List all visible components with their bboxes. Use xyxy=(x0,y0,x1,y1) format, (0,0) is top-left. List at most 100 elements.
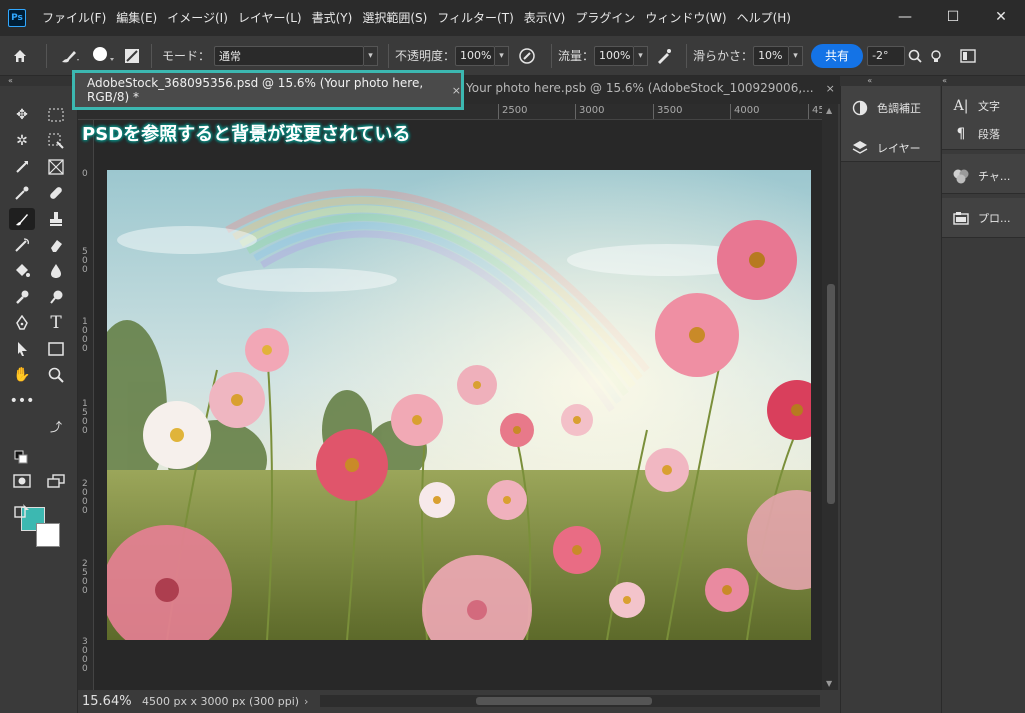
crop-select-tool-icon[interactable] xyxy=(43,130,69,152)
vertical-scroll-thumb[interactable] xyxy=(827,284,835,504)
panel-channels[interactable]: チャ... xyxy=(952,168,1010,184)
opacity-label: 不透明度： xyxy=(395,49,456,63)
chevron-down-icon[interactable]: ▾ xyxy=(495,45,510,66)
home-icon[interactable] xyxy=(0,48,40,64)
menu-filter[interactable]: フィルター(T) xyxy=(432,0,518,36)
ruler-tick-label: 45 xyxy=(812,105,822,116)
ruler-tick-label: 2500 xyxy=(82,559,88,596)
menu-layer[interactable]: レイヤー(L) xyxy=(233,0,307,36)
horizontal-scroll-thumb[interactable] xyxy=(476,697,652,705)
lightbulb-icon[interactable] xyxy=(925,48,947,64)
search-icon[interactable] xyxy=(905,49,925,63)
status-menu-icon[interactable]: › xyxy=(304,695,308,708)
panel-adjustments[interactable]: 色調補正 xyxy=(851,100,921,116)
hand-tool-icon[interactable]: ✋ xyxy=(9,364,35,386)
panel-properties[interactable]: プロ... xyxy=(952,210,1011,226)
vertical-scrollbar[interactable]: ▲ ▼ xyxy=(822,104,838,690)
blur-tool-icon[interactable] xyxy=(43,260,69,282)
crop-tool-icon[interactable] xyxy=(9,156,35,178)
airbrush-icon[interactable] xyxy=(648,47,680,65)
tools-collapse-strip[interactable]: « xyxy=(0,76,78,86)
brush-settings-icon[interactable] xyxy=(119,47,145,65)
maximize-button[interactable]: ☐ xyxy=(929,0,977,36)
dodge-tool-icon[interactable] xyxy=(43,286,69,308)
document-photo[interactable] xyxy=(107,170,811,640)
menu-view[interactable]: 表示(V) xyxy=(519,0,571,36)
object-select-tool-icon[interactable]: ✲ xyxy=(9,130,35,152)
angle-input[interactable]: -2° xyxy=(867,45,906,66)
move-tool-icon[interactable]: ✥ xyxy=(9,104,35,126)
smoothing-input[interactable]: 10% xyxy=(753,45,790,66)
menu-window[interactable]: ウィンドウ(W) xyxy=(640,0,731,36)
paint-bucket-tool-icon[interactable] xyxy=(9,260,35,282)
panel-layers[interactable]: レイヤー xyxy=(851,140,921,156)
brush-tool-icon[interactable] xyxy=(9,208,35,230)
panel-properties-label: プロ... xyxy=(978,212,1011,225)
close-window-button[interactable]: ✕ xyxy=(977,0,1025,36)
ruler-tick-label: 2000 xyxy=(82,479,88,516)
panel-dock-secondary: A| 文字 ¶ 段落 チャ... プロ... xyxy=(941,86,1025,713)
separator xyxy=(46,43,47,68)
smudge-tool-icon[interactable] xyxy=(9,286,35,308)
default-colors-icon[interactable] xyxy=(14,450,28,464)
ps-logo: Ps xyxy=(8,9,26,27)
tab-active-document[interactable]: AdobeStock_368095356.psd @ 15.6% (Your p… xyxy=(72,70,464,110)
zoom-level[interactable]: 15.64% xyxy=(82,694,142,709)
chevron-down-icon[interactable]: ▾ xyxy=(364,45,379,66)
eraser-tool-icon[interactable] xyxy=(43,234,69,256)
minimize-button[interactable]: — xyxy=(881,0,929,36)
stamp-tool-icon[interactable] xyxy=(43,208,69,230)
brush-size-icon[interactable] xyxy=(87,46,119,66)
panel-character[interactable]: A| 文字 xyxy=(952,98,1000,114)
tab-second-document[interactable]: Your photo here.psb @ 15.6% (AdobeStock_… xyxy=(466,76,835,100)
scroll-up-icon[interactable]: ▲ xyxy=(826,106,832,115)
menu-help[interactable]: ヘルプ(H) xyxy=(732,0,796,36)
menu-plugins[interactable]: プラグイン xyxy=(570,0,640,36)
panel-paragraph-label: 段落 xyxy=(978,128,1000,141)
zoom-tool-icon[interactable] xyxy=(43,364,69,386)
edit-toolbar-icon[interactable] xyxy=(9,500,35,522)
panels-collapse-strip[interactable]: «« xyxy=(840,76,1025,86)
rectangle-tool-icon[interactable] xyxy=(43,338,69,360)
history-brush-tool-icon[interactable] xyxy=(9,234,35,256)
ruler-tick-label: 500 xyxy=(82,247,88,275)
panel-channels-label: チャ... xyxy=(978,170,1011,183)
scroll-down-icon[interactable]: ▼ xyxy=(826,679,832,688)
menu-edit[interactable]: 編集(E) xyxy=(111,0,162,36)
tools-panel: ✥ ✲ T ✋ ••• ⤴ xyxy=(0,86,78,713)
marquee-tool-icon[interactable] xyxy=(43,104,69,126)
close-icon[interactable]: × xyxy=(826,82,835,95)
panel-paragraph[interactable]: ¶ 段落 xyxy=(952,126,1000,142)
workspace-icon[interactable] xyxy=(953,48,983,63)
flow-input[interactable]: 100% xyxy=(594,45,635,66)
mode-select[interactable]: 通常 xyxy=(214,45,365,66)
pen-tool-icon[interactable] xyxy=(9,312,35,334)
main-menu: ファイル(F) 編集(E) イメージ(I) レイヤー(L) 書式(Y) 選択範囲… xyxy=(37,0,796,36)
pressure-opacity-icon[interactable] xyxy=(509,47,545,65)
menu-file[interactable]: ファイル(F) xyxy=(37,0,111,36)
character-icon: A| xyxy=(953,98,969,114)
paragraph-icon: ¶ xyxy=(956,126,966,142)
opacity-input[interactable]: 100% xyxy=(455,45,496,66)
chevron-down-icon[interactable]: ▾ xyxy=(789,45,804,66)
quick-mask-icon[interactable] xyxy=(9,470,35,492)
ruler-tick-label: 4000 xyxy=(734,105,760,116)
screen-mode-icon[interactable] xyxy=(43,470,69,492)
separator xyxy=(551,43,553,68)
menu-select[interactable]: 選択範囲(S) xyxy=(357,0,432,36)
close-icon[interactable]: × xyxy=(452,84,461,97)
chevron-down-icon[interactable]: ▾ xyxy=(634,45,649,66)
brush-preset-icon[interactable] xyxy=(53,47,87,65)
frame-tool-icon[interactable] xyxy=(43,156,69,178)
healing-tool-icon[interactable] xyxy=(43,182,69,204)
menu-image[interactable]: イメージ(I) xyxy=(162,0,233,36)
more-tools-icon[interactable]: ••• xyxy=(9,390,35,412)
share-button[interactable]: 共有 xyxy=(811,43,864,68)
path-select-tool-icon[interactable] xyxy=(9,338,35,360)
background-color-swatch[interactable] xyxy=(36,523,60,547)
eyedropper-tool-icon[interactable] xyxy=(9,182,35,204)
type-tool-icon[interactable]: T xyxy=(43,312,69,334)
horizontal-scrollbar[interactable] xyxy=(320,695,820,707)
menu-type[interactable]: 書式(Y) xyxy=(307,0,358,36)
swap-colors-icon[interactable]: ⤴ xyxy=(48,418,64,434)
